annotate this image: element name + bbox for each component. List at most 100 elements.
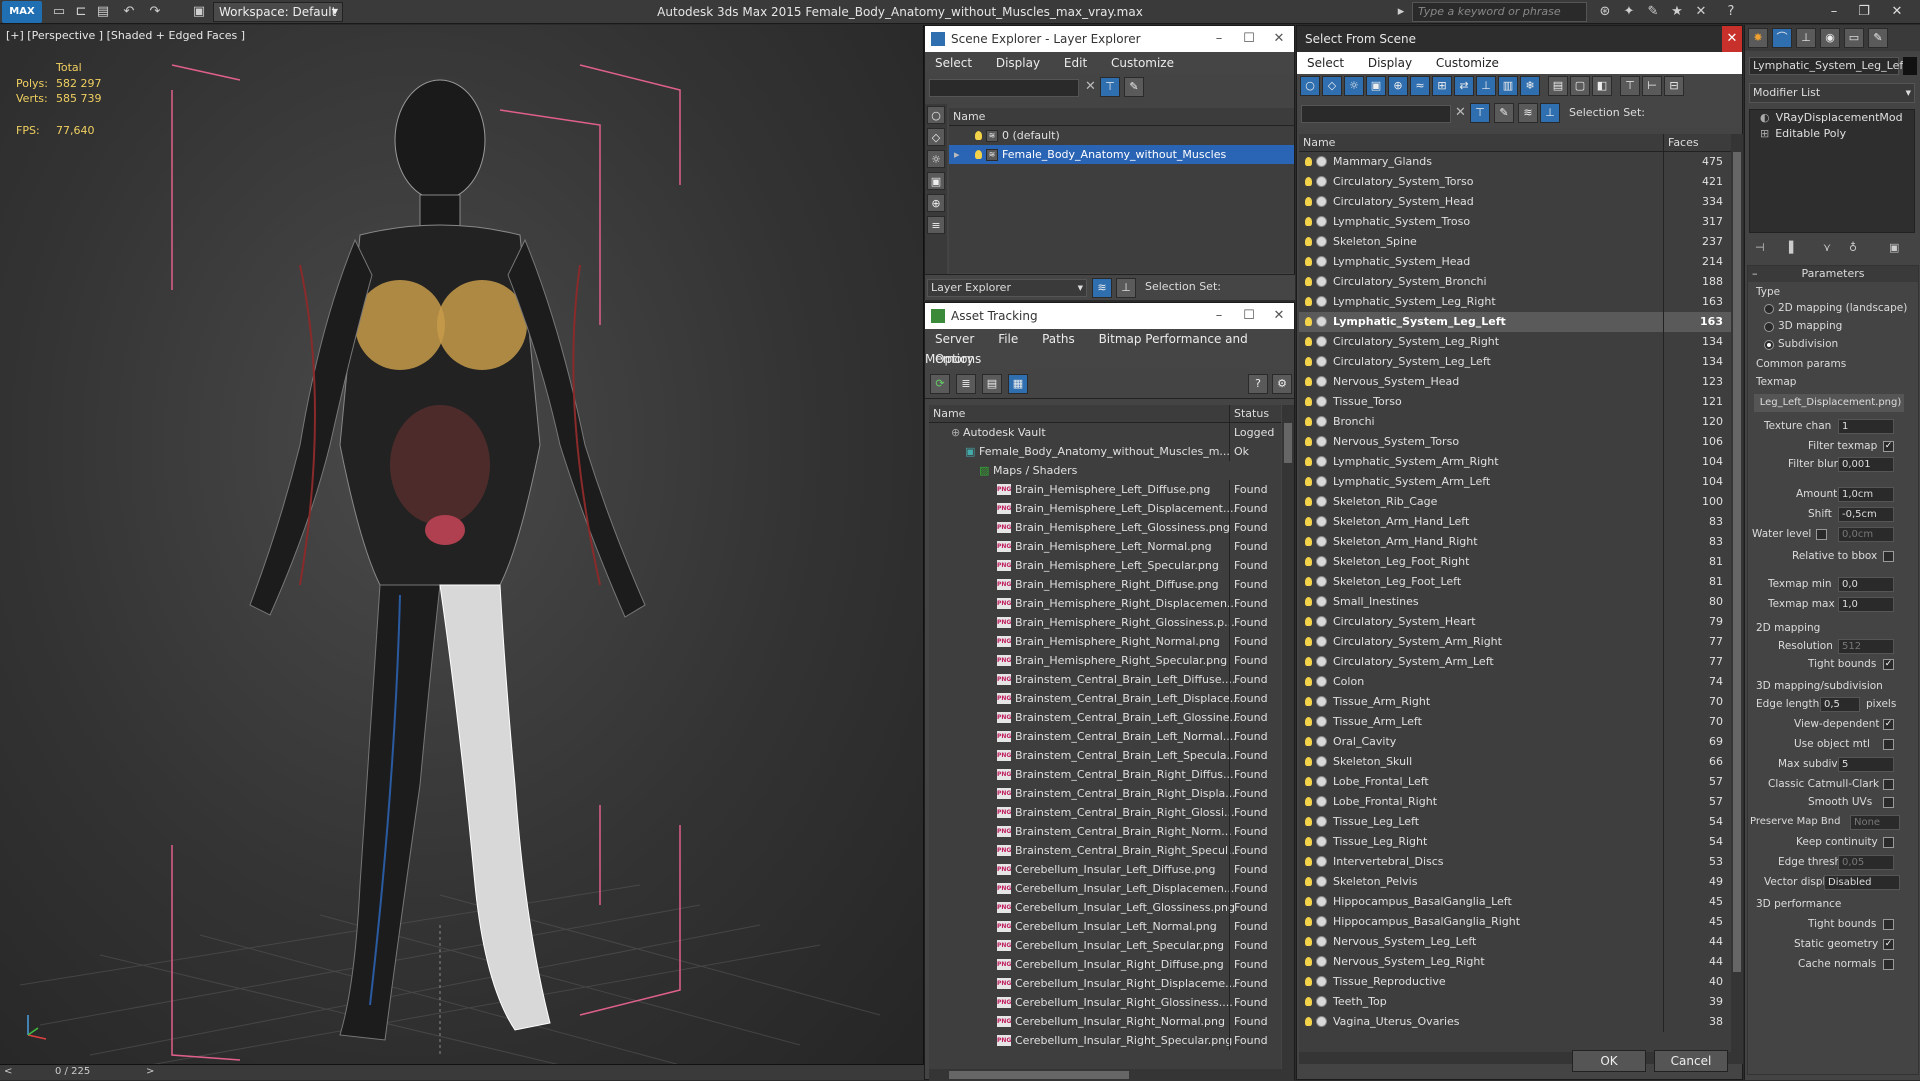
lightbulb-icon[interactable]	[1305, 457, 1312, 466]
close-window-icon[interactable]: ✕	[1888, 3, 1906, 21]
asset-row[interactable]: PNG Brain_Hemisphere_Right_Specular.png Fo…	[929, 651, 1281, 670]
binoculars-icon[interactable]: ⊛	[1596, 3, 1614, 21]
lightbulb-icon[interactable]	[1305, 957, 1312, 966]
cache-normals-checkbox[interactable]	[1883, 959, 1894, 970]
light-filter-icon[interactable]: ☼	[1344, 76, 1364, 96]
asset-row[interactable]: PNG Brain_Hemisphere_Right_Glossiness.p..…	[929, 613, 1281, 632]
asset-row[interactable]: PNG Brainstem_Central_Brain_Right_Diffus.…	[929, 765, 1281, 784]
expand-plus-icon[interactable]: ⊞	[1760, 127, 1769, 140]
asset-row[interactable]: PNG Brain_Hemisphere_Left_Displacement...…	[929, 499, 1281, 518]
restore-window-icon[interactable]: ❐	[1855, 3, 1873, 21]
select-all-icon[interactable]: ▤	[1548, 76, 1568, 96]
object-row[interactable]: Lymphatic_System_Troso 317	[1299, 212, 1731, 232]
table-view-icon[interactable]: ▦	[1008, 374, 1028, 394]
asset-row[interactable]: PNG Brainstem_Central_Brain_Right_Specul.…	[929, 841, 1281, 860]
shape-filter-icon[interactable]: ◇	[1322, 76, 1342, 96]
edge-thresh-spinner[interactable]: 0,05	[1838, 855, 1894, 870]
object-row[interactable]: Lymphatic_System_Arm_Right 104	[1299, 452, 1731, 472]
object-row[interactable]: Tissue_Arm_Left 70	[1299, 712, 1731, 732]
xref-filter-icon[interactable]: ⇄	[1454, 76, 1474, 96]
layer-row-selected[interactable]: ▸ ≋ Female_Body_Anatomy_without_Muscles	[949, 145, 1294, 164]
clear-search-icon[interactable]: ✕	[1455, 105, 1466, 120]
asset-row[interactable]: PNG Brain_Hemisphere_Left_Specular.png Fou…	[929, 556, 1281, 575]
menu-display[interactable]: Display	[996, 56, 1040, 70]
asset-row[interactable]: PNG Brainstem_Central_Brain_Right_Norm...…	[929, 822, 1281, 841]
resolution-spinner[interactable]: 512	[1838, 639, 1894, 654]
spacewarp-filter-icon[interactable]: ≈	[1410, 76, 1430, 96]
lightbulb-icon[interactable]	[1305, 537, 1312, 546]
texture-channel-spinner[interactable]: 1	[1838, 419, 1894, 434]
scene-explorer-titlebar[interactable]: Scene Explorer - Layer Explorer – ☐ ✕	[925, 26, 1294, 52]
select-none-icon[interactable]: ▢	[1570, 76, 1590, 96]
filter-icon[interactable]: ⊤	[1470, 103, 1490, 123]
display-shapes-icon[interactable]: ◇	[927, 128, 945, 146]
max-subdivs-spinner[interactable]: 5	[1838, 757, 1894, 772]
settings-icon[interactable]: ⚙	[1272, 374, 1292, 394]
utilities-tab-icon[interactable]: ✎	[1868, 28, 1888, 48]
texmap-button[interactable]: Leg_Left_Displacement.png)	[1754, 394, 1904, 412]
tight-bounds-2-checkbox[interactable]	[1883, 919, 1894, 930]
object-row[interactable]: Circulatory_System_Leg_Left 134	[1299, 352, 1731, 372]
lightbulb-icon[interactable]	[1305, 817, 1312, 826]
select-search-input[interactable]	[1301, 105, 1451, 123]
display-helpers-icon[interactable]: ⊕	[927, 194, 945, 212]
layer-row[interactable]: ≋ 0 (default)	[949, 126, 1294, 145]
menu-customize[interactable]: Customize	[1436, 56, 1499, 70]
favorites-star-icon[interactable]: ★	[1668, 3, 1686, 21]
redo-icon[interactable]: ↷	[146, 3, 164, 21]
undo-icon[interactable]: ↶	[120, 3, 138, 21]
lightbulb-icon[interactable]	[975, 150, 982, 159]
modifier-stack-item[interactable]: ◐ VRayDisplacementMod	[1750, 110, 1914, 126]
asset-row-file[interactable]: ▣ Female_Body_Anatomy_without_Muscles_m..…	[929, 442, 1281, 461]
use-object-mtl-checkbox[interactable]	[1883, 739, 1894, 750]
workspace-dropdown[interactable]: Workspace: Default ▼	[213, 2, 343, 22]
menu-options[interactable]: Options	[935, 352, 981, 366]
communication-icon[interactable]: ✎	[1644, 3, 1662, 21]
layer-tree-name-column[interactable]: Name	[949, 108, 1294, 126]
lightbulb-icon[interactable]	[1305, 937, 1312, 946]
expand-arrow-icon[interactable]: ▸	[954, 145, 960, 164]
object-row[interactable]: Vagina_Uterus_Ovaries 38	[1299, 1012, 1731, 1032]
object-row[interactable]: Nervous_System_Torso 106	[1299, 432, 1731, 452]
type-2d-radio[interactable]	[1764, 304, 1774, 314]
lightbulb-icon[interactable]	[1305, 737, 1312, 746]
static-geometry-checkbox[interactable]: ✓	[1883, 939, 1894, 950]
lightbulb-icon[interactable]	[1305, 317, 1312, 326]
lightbulb-icon[interactable]	[1305, 437, 1312, 446]
help-icon[interactable]: ?	[1248, 374, 1268, 394]
asset-status-column[interactable]: Status	[1229, 405, 1269, 423]
object-row[interactable]: Circulatory_System_Arm_Right 77	[1299, 632, 1731, 652]
object-row[interactable]: Nervous_System_Leg_Right 44	[1299, 952, 1731, 972]
object-row[interactable]: Skeleton_Skull 66	[1299, 752, 1731, 772]
configure-sets-icon[interactable]: ▣	[1889, 241, 1899, 254]
bone-filter-icon[interactable]: ⊥	[1476, 76, 1496, 96]
app-logo-button[interactable]: MAX	[2, 1, 42, 23]
search-expand-icon[interactable]: ▸	[1392, 3, 1410, 21]
catmull-clark-checkbox[interactable]	[1883, 779, 1894, 790]
maximize-icon[interactable]: ☐	[1234, 26, 1264, 52]
object-row[interactable]: Circulatory_System_Leg_Right 134	[1299, 332, 1731, 352]
helper-filter-icon[interactable]: ⊕	[1388, 76, 1408, 96]
asset-name-column[interactable]: Name	[933, 407, 965, 420]
close-icon[interactable]: ✕	[1264, 26, 1294, 52]
object-row[interactable]: Small_Inestines 80	[1299, 592, 1731, 612]
asset-tracking-titlebar[interactable]: Asset Tracking – ☐ ✕	[925, 303, 1294, 329]
motion-tab-icon[interactable]: ◉	[1820, 28, 1840, 48]
help-icon[interactable]: ?	[1722, 3, 1740, 21]
water-level-spinner[interactable]: 0,0cm	[1838, 527, 1894, 542]
list-view-icon[interactable]: ≣	[956, 374, 976, 394]
preserve-map-bnd-dropdown[interactable]: None	[1850, 815, 1900, 830]
clear-filter-icon[interactable]: ✕	[1085, 79, 1096, 94]
subscription-icon[interactable]: ✦	[1620, 3, 1638, 21]
object-row[interactable]: Lobe_Frontal_Left 57	[1299, 772, 1731, 792]
lightbulb-icon[interactable]	[1305, 717, 1312, 726]
asset-row-folder[interactable]: ▨ Maps / Shaders	[929, 461, 1281, 480]
asset-row[interactable]: PNG Cerebellum_Insular_Right_Displaceme..…	[929, 974, 1281, 993]
object-row[interactable]: Mammary_Glands 475	[1299, 152, 1731, 172]
object-row[interactable]: Oral_Cavity 69	[1299, 732, 1731, 752]
new-file-icon[interactable]: ▭	[50, 3, 68, 21]
object-row[interactable]: Circulatory_System_Heart 79	[1299, 612, 1731, 632]
group-filter-icon[interactable]: ⊞	[1432, 76, 1452, 96]
filter-texmap-checkbox[interactable]: ✓	[1883, 441, 1894, 452]
object-row[interactable]: Hippocampus_BasalGanglia_Right 45	[1299, 912, 1731, 932]
